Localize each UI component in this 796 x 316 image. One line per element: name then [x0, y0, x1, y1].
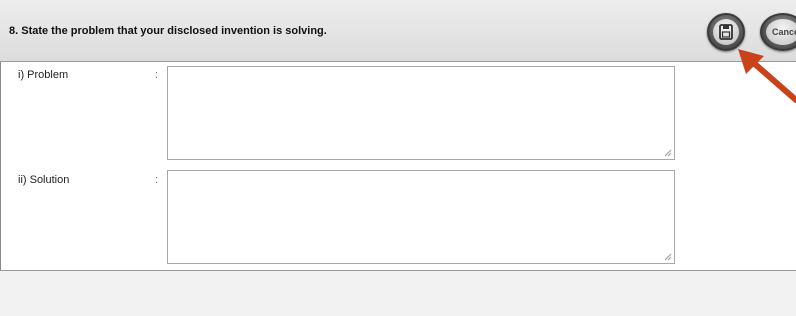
solution-separator: :: [155, 174, 159, 186]
resize-grip-icon[interactable]: [664, 253, 672, 261]
problem-separator: :: [155, 69, 159, 81]
problem-label: i) Problem: [18, 69, 69, 81]
pointer-arrow-icon: [738, 49, 796, 103]
form-footer: [0, 270, 796, 316]
problem-textarea[interactable]: [167, 66, 675, 160]
question-title: 8. State the problem that your disclosed…: [9, 25, 327, 37]
solution-textarea[interactable]: [167, 170, 675, 264]
resize-grip-icon[interactable]: [664, 149, 672, 157]
question-header: 8. State the problem that your disclosed…: [0, 0, 796, 62]
solution-label: ii) Solution: [18, 174, 70, 186]
